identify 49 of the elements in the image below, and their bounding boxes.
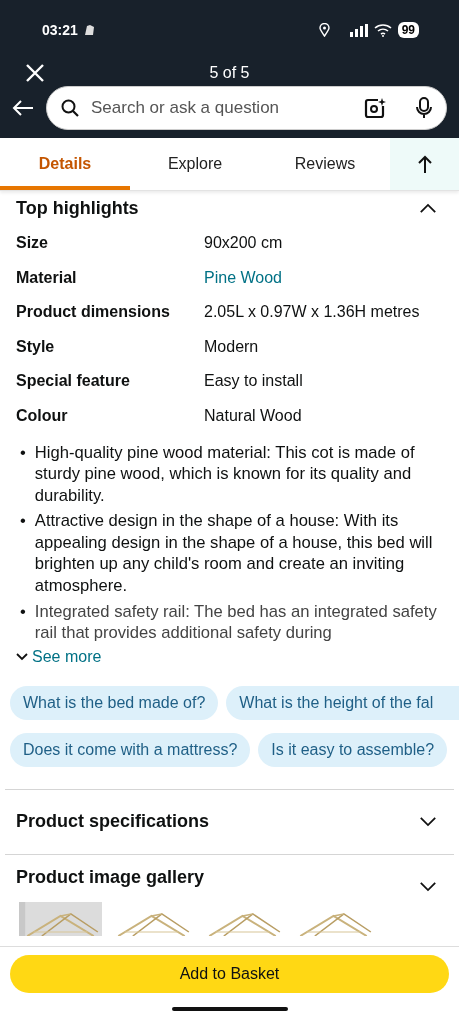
spec-label: Size — [16, 233, 49, 253]
section-title: Product image gallery — [16, 866, 205, 888]
question-chip[interactable]: Is it easy to assemble? — [258, 732, 448, 767]
bullet-text: Attractive design in the shape of a house: With its appealing design in the shape of a house, this bed will brighten up any child's room and create an inviting atmosphere. — [34, 510, 434, 597]
question-chip[interactable]: What is the height of the fal — [226, 685, 459, 720]
tab[interactable]: Explore — [130, 138, 260, 190]
section-title: Product specifications — [16, 811, 210, 833]
spec-value: 2.05L x 0.97W x 1.36H metres — [204, 302, 421, 322]
camera-icon[interactable] — [364, 97, 386, 119]
status-time: 03:21 — [42, 22, 78, 38]
bullet-text: High-quality pine wood material: This cot is made of sturdy pine wood, which is known for its quality and durability. — [34, 441, 416, 507]
spec-label: Special feature — [16, 371, 131, 391]
question-chip[interactable]: What is the bed made of? — [10, 685, 219, 720]
chevron-down-icon[interactable] — [419, 880, 437, 892]
location-icon — [318, 23, 330, 37]
spec-label: Colour — [16, 405, 69, 426]
spec-value: Natural Wood — [204, 405, 303, 426]
spec-value: 90x200 cm — [204, 233, 284, 253]
bullet-marker: • — [20, 600, 26, 623]
notification-icon — [83, 24, 95, 36]
chevron-down-icon — [16, 652, 28, 661]
bullet-marker: • — [20, 510, 26, 533]
section-title: Top highlights — [16, 197, 139, 219]
search-icon — [61, 99, 79, 117]
question-chip[interactable]: Does it come with a mattress? — [10, 732, 251, 767]
up-arrow-icon — [417, 155, 432, 173]
bullet-marker: • — [20, 441, 26, 464]
search-field[interactable]: Search or ask a question — [89, 97, 354, 119]
tab[interactable]: Details — [0, 138, 130, 190]
close-icon[interactable] — [26, 64, 44, 82]
back-arrow-icon[interactable] — [12, 100, 34, 116]
spec-label: Style — [16, 336, 56, 357]
signal-icon — [349, 23, 368, 37]
spec-label: Product dimensions — [16, 302, 171, 322]
bullet-text: Integrated safety rail: The bed has an integrated safety rail that provides additional safety during — [34, 600, 437, 644]
spec-link[interactable]: Pine Wood — [204, 267, 443, 288]
spec-value: Modern — [204, 336, 260, 357]
spec-label: Material — [16, 267, 78, 288]
spec-value: Easy to install — [204, 371, 304, 391]
tab[interactable]: Reviews — [260, 138, 390, 190]
add-to-basket-button[interactable]: Add to Basket — [10, 955, 449, 993]
page-counter: 5 of 5 — [209, 64, 250, 82]
chevron-up-icon[interactable] — [419, 202, 437, 214]
battery-indicator: 99 — [397, 22, 419, 38]
wifi-icon — [373, 23, 392, 37]
chevron-down-icon[interactable] — [419, 816, 437, 828]
see-more-link[interactable]: See more — [32, 647, 102, 666]
search-bar[interactable]: Search or ask a question — [46, 86, 447, 130]
microphone-icon[interactable] — [416, 97, 432, 119]
